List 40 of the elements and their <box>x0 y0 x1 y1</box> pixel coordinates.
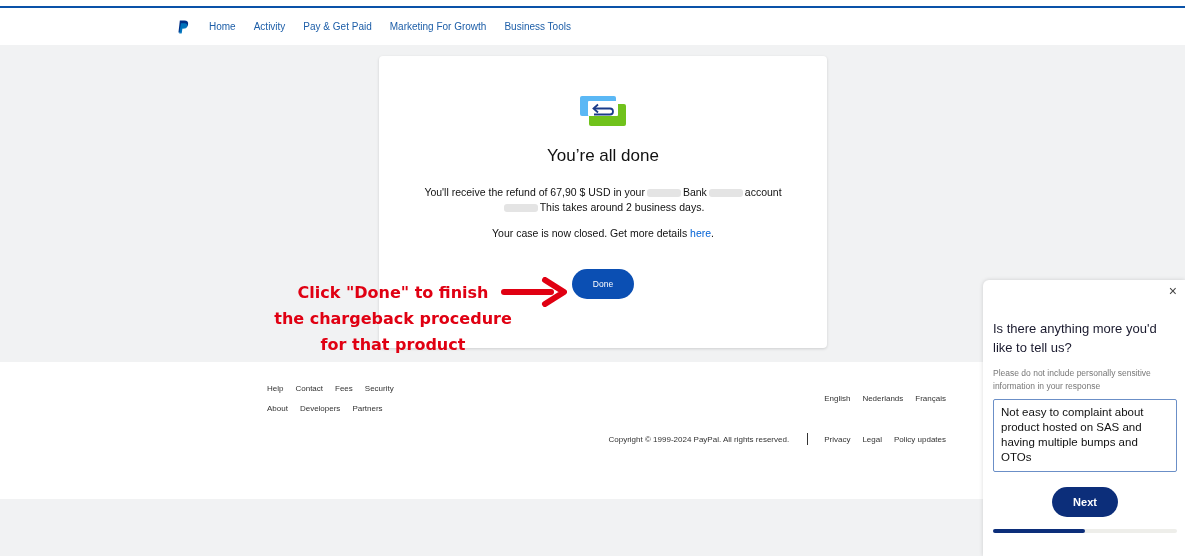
next-button[interactable]: Next <box>1052 487 1118 517</box>
footer-link[interactable]: Developers <box>299 404 341 413</box>
footer-link[interactable]: Security <box>364 384 394 393</box>
answer-field[interactable]: Not easy to complaint about product hosted on SAS and having multiple bumps and OTOs <box>993 399 1177 472</box>
message-text: account <box>744 186 782 199</box>
footer-link[interactable]: Help <box>267 384 284 393</box>
close-button[interactable]: × <box>1168 283 1177 299</box>
hint-text: Please do not include personally sensitive information in your response <box>993 367 1152 393</box>
footer-link[interactable]: Privacy <box>824 434 851 444</box>
done-button[interactable]: Done <box>572 269 634 299</box>
copyright-text: Copyright © 1999-2024 PayPal. All rights reserved. <box>608 434 790 444</box>
footer-link[interactable]: Fees <box>335 384 353 393</box>
refund-icon <box>580 96 626 126</box>
language-link[interactable]: English <box>824 394 851 403</box>
heading: You’re all done <box>547 146 659 166</box>
footer-link[interactable]: About <box>267 404 288 413</box>
annotation-text: for that product <box>320 334 466 356</box>
survey-question: Is there anything more you'd like to tell us? <box>993 320 1158 357</box>
footer-link[interactable]: Legal <box>862 434 882 444</box>
nav-link[interactable]: Pay & Get Paid <box>303 21 372 32</box>
message-text: This takes around 2 business days. <box>539 201 705 214</box>
status-text: Your case is now closed. Get more details here. <box>492 227 714 239</box>
message-text: Bank <box>682 186 707 199</box>
message-text: You'll receive the refund of 67,90 $ USD in your <box>424 186 645 199</box>
nav-link[interactable]: Activity <box>253 21 286 32</box>
annotation-text: Click "Done" to finish <box>297 282 489 304</box>
arrow <box>501 277 567 307</box>
nav-link[interactable]: Business Tools <box>504 21 571 32</box>
nav-link[interactable]: Marketing For Growth <box>389 21 487 32</box>
nav-link[interactable]: Home <box>209 21 236 32</box>
logo-icon[interactable] <box>178 19 189 34</box>
footer-link[interactable]: Contact <box>295 384 324 393</box>
redaction-blur <box>646 188 681 197</box>
footer-link[interactable]: Partners <box>352 404 383 413</box>
redaction-blur <box>708 188 743 197</box>
annotation-text: the chargeback procedure <box>274 308 512 330</box>
language-link[interactable]: Nederlands <box>862 394 904 403</box>
redaction-blur <box>503 203 538 212</box>
language-link[interactable]: Français <box>915 394 946 403</box>
footer-link[interactable]: Policy updates <box>893 434 946 444</box>
